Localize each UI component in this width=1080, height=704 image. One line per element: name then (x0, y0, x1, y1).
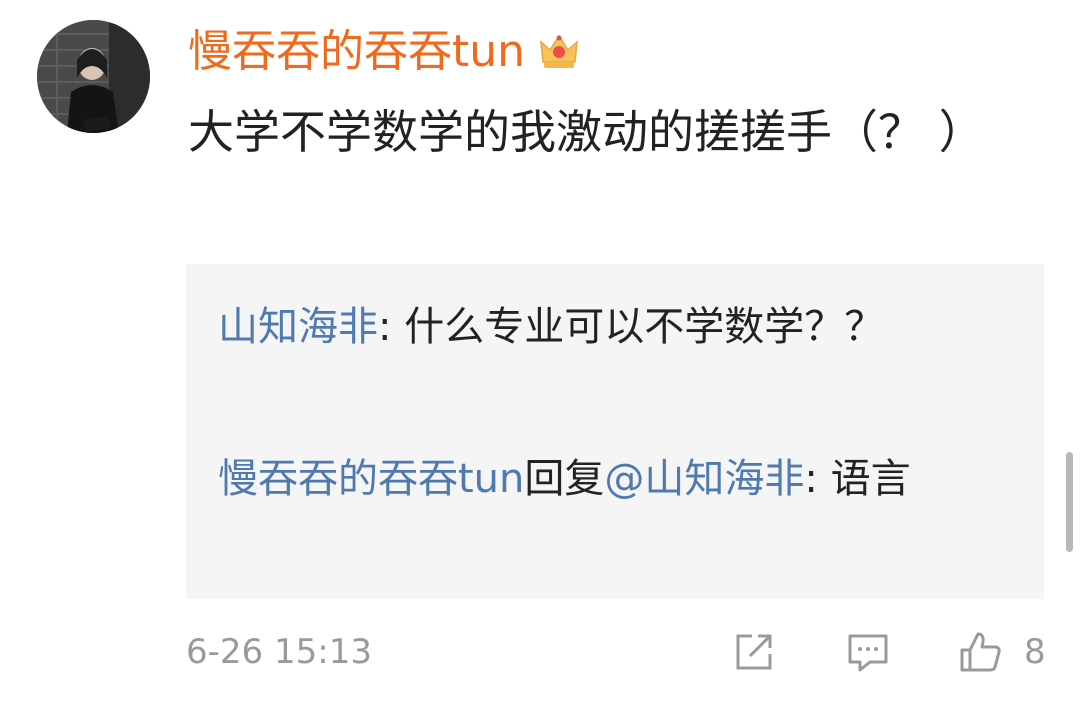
comment-footer: 6-26 15:13 8 (186, 620, 1046, 684)
reply-separator: : (804, 456, 831, 502)
reply-thread[interactable]: 山知海非: 什么专业可以不学数学？？ 慢吞吞的吞吞tun回复@山知海非: 语言 (186, 264, 1044, 599)
comment-text: 大学不学数学的我激动的搓搓手（？ ） (188, 105, 985, 159)
reply-mention[interactable]: @山知海非 (604, 456, 804, 502)
reply-text: 语言 (830, 456, 911, 502)
timestamp: 6-26 15:13 (186, 632, 372, 672)
author-name[interactable]: 慢吞吞的吞吞tun (188, 20, 525, 84)
reply-action: 回复 (524, 456, 605, 502)
reply-user[interactable]: 慢吞吞的吞吞tun (218, 456, 524, 502)
like-count: 8 (1024, 632, 1046, 672)
reply-separator: : (378, 304, 405, 350)
crown-badge-icon (540, 34, 578, 68)
reply-item[interactable]: 山知海非: 什么专业可以不学数学？？ (218, 296, 958, 358)
avatar[interactable] (37, 20, 150, 133)
reply-item[interactable]: 慢吞吞的吞吞tun回复@山知海非: 语言 (218, 448, 958, 510)
reply-text: 什么专业可以不学数学？？ (404, 304, 885, 350)
reply-user[interactable]: 山知海非 (218, 304, 378, 350)
scrollbar[interactable] (1066, 452, 1073, 552)
like-icon[interactable] (958, 630, 1002, 674)
repost-icon[interactable] (732, 630, 776, 674)
comment-icon[interactable] (846, 630, 890, 674)
